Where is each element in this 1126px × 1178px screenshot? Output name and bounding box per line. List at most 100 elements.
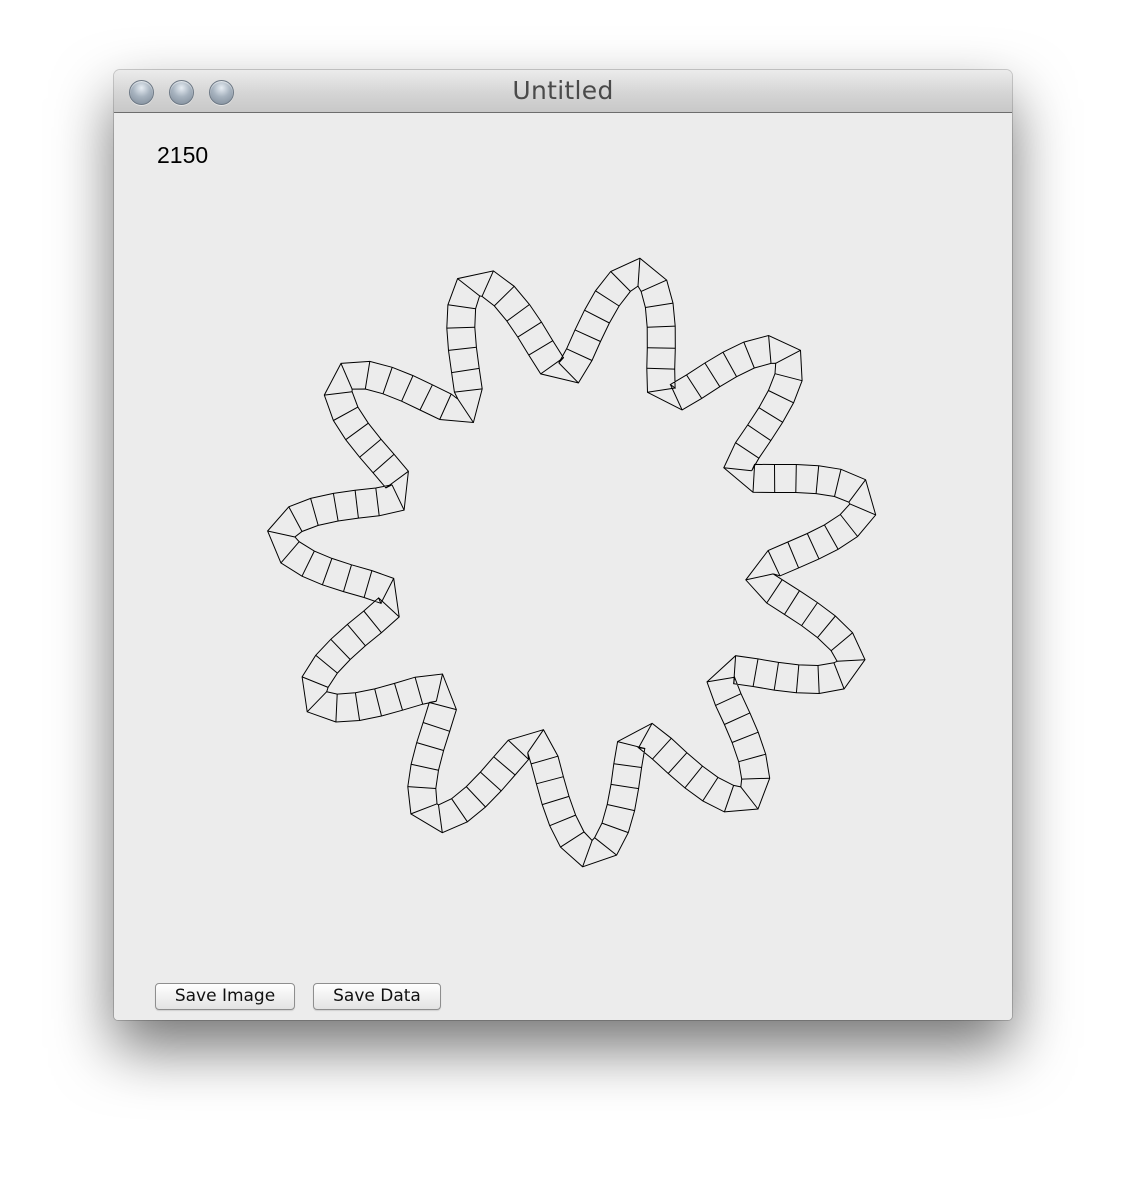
- ring-segment-divider: [343, 564, 352, 592]
- ring-segment-divider: [347, 624, 366, 647]
- ring-segment-divider: [566, 348, 593, 361]
- ring-segment-divider: [849, 503, 876, 516]
- ring-segment-divider: [363, 610, 382, 634]
- ring-segment-divider: [646, 367, 675, 370]
- ring-segment-divider: [582, 840, 593, 867]
- ring-segment-divider: [823, 524, 839, 550]
- ring-segment-divider: [768, 335, 772, 364]
- ring-segment-divider: [480, 771, 502, 792]
- ring-segment-divider: [335, 694, 338, 723]
- save-data-button[interactable]: Save Data: [313, 983, 441, 1010]
- ring-segment-divider: [715, 693, 742, 706]
- ring-segment-divider: [758, 407, 783, 423]
- ring-segment-divider: [558, 362, 579, 384]
- ring-segment-divider: [766, 579, 783, 604]
- ring-segment-divider: [438, 804, 443, 833]
- ring-segment-divider: [447, 304, 476, 310]
- ring-segment-divider: [493, 285, 515, 307]
- ring-segment-divider: [306, 691, 328, 713]
- ring-segment-divider: [310, 498, 319, 526]
- ring-segment-divider: [493, 756, 516, 776]
- ring-segment-divider: [507, 739, 529, 760]
- ring-segment-divider: [382, 367, 393, 394]
- ring-segment-divider: [723, 785, 735, 813]
- ring-segment-divider: [280, 541, 300, 564]
- ring-segment-divider: [774, 373, 803, 382]
- ring-segment-divider: [784, 590, 800, 615]
- ring-segment-divider: [530, 755, 559, 765]
- ring-segment-divider: [457, 278, 480, 297]
- ring-segment-divider: [301, 676, 329, 688]
- ring-segment-divider: [702, 777, 719, 802]
- ring-segment-divider: [391, 484, 405, 511]
- ring-segment-divider: [506, 304, 530, 322]
- ring-segment-divider: [324, 391, 353, 396]
- ring-segment-divider: [834, 469, 842, 497]
- ring-segment-divider: [330, 638, 351, 660]
- ring-segment-divider: [723, 467, 752, 472]
- ring-segment-divider: [752, 658, 759, 687]
- ring-segment-divider: [288, 506, 303, 532]
- ring-segment-divider: [830, 632, 853, 652]
- ring-inner-edge: [267, 257, 877, 868]
- title-bar[interactable]: Untitled: [114, 70, 1012, 113]
- ring-segment-divider: [301, 550, 315, 577]
- ring-segment-divider: [410, 763, 439, 771]
- ring-segment-divider: [481, 270, 494, 297]
- ring-segment-divider: [684, 765, 703, 789]
- ring-segment-divider: [610, 271, 631, 292]
- ring-segment-divider: [407, 786, 436, 789]
- ring-segment-divider: [549, 814, 576, 827]
- ring-segment-divider: [839, 514, 858, 537]
- ring-segment-divider: [815, 465, 820, 494]
- ring-segment-divider: [527, 729, 544, 753]
- ring-segment-divider: [601, 822, 629, 834]
- save-image-button[interactable]: Save Image: [155, 983, 295, 1010]
- ring-segment-divider: [465, 786, 486, 808]
- ring-segment-divider: [817, 665, 820, 694]
- ring-segment-divider: [574, 329, 601, 342]
- ring-segment-divider: [795, 664, 800, 693]
- ring-segment-divider: [375, 487, 380, 516]
- ring-segment-divider: [724, 712, 751, 725]
- ring-segment-divider: [451, 367, 480, 374]
- ring-segment-divider: [743, 341, 755, 369]
- ring-segment-divider: [667, 752, 688, 774]
- ring-segment-divider: [354, 490, 359, 519]
- ring-segment-divider: [787, 541, 800, 569]
- ring-segment-divider: [359, 438, 382, 458]
- ring-segment-divider: [647, 347, 676, 349]
- ring-segment-divider: [372, 453, 395, 474]
- ring-segment-divider: [560, 831, 585, 848]
- ring-segment-divider: [647, 325, 676, 328]
- ring-segment-divider: [747, 424, 772, 442]
- ring-segment-divider: [775, 349, 801, 364]
- ring-segment-divider: [767, 550, 781, 577]
- ring-segment-divider: [741, 777, 770, 780]
- ring-segment-divider: [738, 753, 766, 763]
- ring-segment-divider: [595, 290, 620, 307]
- ring-segment-divider: [457, 398, 474, 423]
- ring-segment-divider: [394, 683, 403, 711]
- ring-segment-divider: [401, 375, 414, 402]
- ring-segment-divider: [454, 388, 483, 393]
- ring-segment-divider: [837, 659, 866, 662]
- ring-segment-divider: [333, 406, 359, 421]
- ring-segment-divider: [340, 363, 353, 390]
- ring-segment-divider: [669, 384, 683, 411]
- ring-segment-divider: [267, 530, 296, 538]
- ring-segment-divider: [448, 346, 477, 351]
- ring-segment-divider: [610, 783, 639, 790]
- ring-segment-divider: [542, 795, 570, 806]
- window-title: Untitled: [512, 76, 614, 105]
- ring-segment-divider: [607, 804, 635, 812]
- ring-segment-divider: [594, 837, 617, 856]
- ring-segment-divider: [806, 533, 820, 560]
- ring-segment-divider: [435, 673, 443, 702]
- ring-segment-divider: [416, 742, 444, 751]
- wavy-ring-drawing: [267, 257, 877, 868]
- ring-segment-divider: [640, 279, 667, 292]
- ring-segment-divider: [540, 357, 564, 375]
- ring-segment-divider: [645, 302, 674, 308]
- ring-segment-divider: [422, 722, 450, 732]
